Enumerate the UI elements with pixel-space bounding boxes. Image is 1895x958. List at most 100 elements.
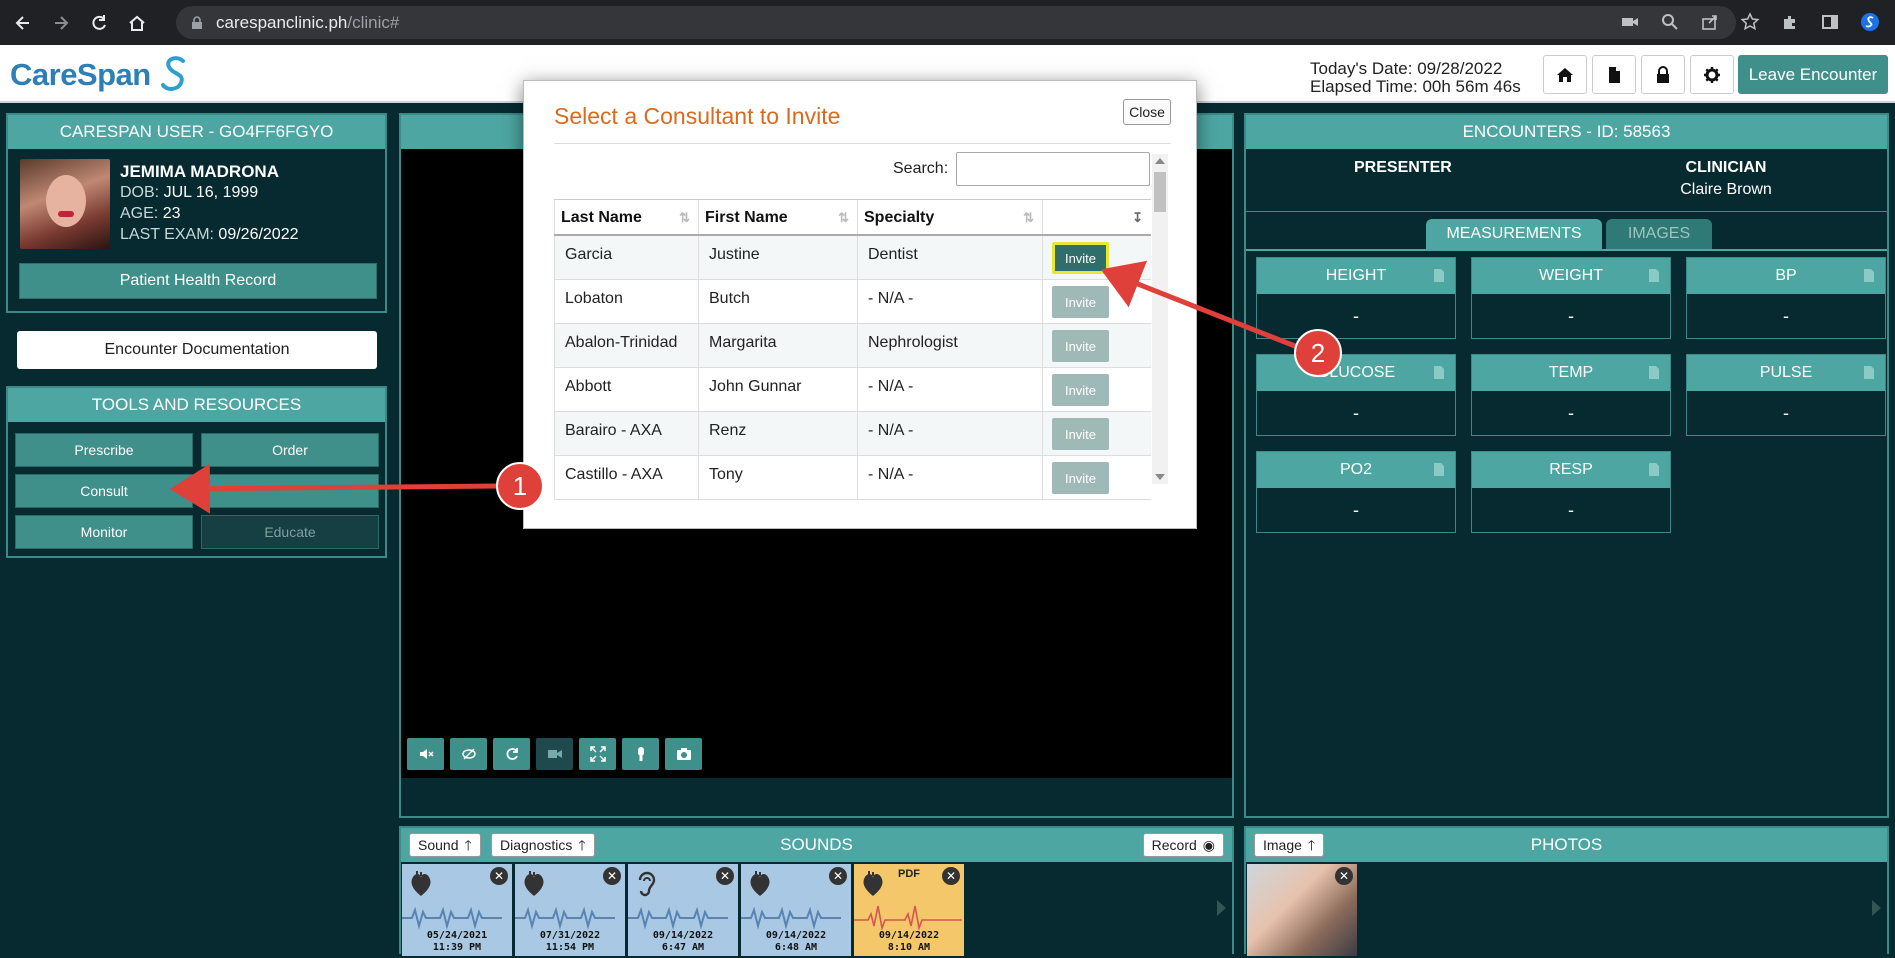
forward-icon[interactable] <box>46 8 76 38</box>
tab-measurements[interactable]: MEASUREMENTS <box>1426 219 1602 249</box>
column-header-first-name[interactable]: First Name ⇅ <box>698 200 857 234</box>
patient-health-record-button[interactable]: Patient Health Record <box>19 263 377 299</box>
invite-button[interactable]: Invite <box>1052 242 1109 274</box>
snapshot-button[interactable] <box>665 738 702 770</box>
sounds-title: SOUNDS Sound 🡑 Diagnostics 🡑 Record ◉ <box>401 828 1232 862</box>
record-button[interactable]: Record ◉ <box>1142 833 1224 857</box>
fullscreen-button[interactable] <box>579 738 616 770</box>
measurement-weight[interactable]: WEIGHT - <box>1471 257 1671 339</box>
light-button[interactable] <box>622 738 659 770</box>
measurement-label: HEIGHT <box>1325 267 1387 284</box>
back-icon[interactable] <box>8 8 38 38</box>
mute-button[interactable] <box>407 738 444 770</box>
measurement-value: - <box>1353 500 1359 520</box>
pdf-thumbnail[interactable]: PDF ✕ 09/14/2022 8:10 AM <box>854 864 964 956</box>
camera-icon[interactable] <box>1617 9 1643 35</box>
clinician-label: CLINICIAN <box>1685 159 1767 176</box>
leave-encounter-button[interactable]: Leave Encounter <box>1738 55 1888 94</box>
carespan-logo[interactable]: CareSpan <box>10 53 191 97</box>
diagnostics-upload-button[interactable]: Diagnostics 🡑 <box>491 833 595 857</box>
measurement-temp[interactable]: TEMP - <box>1471 354 1671 436</box>
invite-button[interactable]: Invite <box>1052 330 1109 362</box>
invite-button[interactable]: Invite <box>1052 374 1109 406</box>
delete-icon[interactable]: ✕ <box>942 867 960 885</box>
scroll-up-icon[interactable] <box>1155 158 1165 164</box>
sound-thumbnail[interactable]: ✕ 09/14/2022 6:48 AM <box>741 864 851 956</box>
measurement-po2[interactable]: PO2 - <box>1256 451 1456 533</box>
lock-icon <box>192 15 202 29</box>
measurement-resp[interactable]: RESP - <box>1471 451 1671 533</box>
reload-icon[interactable] <box>84 8 114 38</box>
cell-first-name: Margarita <box>698 324 857 367</box>
cell-specialty: - N/A - <box>857 280 1042 323</box>
educate-button[interactable]: Educate <box>201 515 379 549</box>
encounter-documentation-button[interactable]: Encounter Documentation <box>17 331 377 369</box>
measurement-pulse[interactable]: PULSE - <box>1686 354 1886 436</box>
sound-thumbnail[interactable]: ✕ 09/14/2022 6:47 AM <box>628 864 738 956</box>
scroll-right-icon[interactable] <box>1217 900 1226 916</box>
column-header-last-name[interactable]: Last Name ⇅ <box>554 200 698 234</box>
photos-title-text: PHOTOS <box>1530 835 1603 854</box>
search-input[interactable] <box>956 152 1150 186</box>
address-bar[interactable]: carespanclinic.ph/clinic# <box>176 6 1736 39</box>
scroll-thumb[interactable] <box>1154 172 1166 212</box>
monitor-button[interactable]: Monitor <box>15 515 193 549</box>
video-toolbar <box>407 738 702 770</box>
image-upload-button[interactable]: Image 🡑 <box>1254 833 1325 857</box>
sound-thumbnail[interactable]: ✕ 07/31/2022 11:54 PM <box>515 864 625 956</box>
measurement-label: TEMP <box>1548 364 1594 381</box>
delete-icon[interactable]: ✕ <box>716 867 734 885</box>
sound-upload-button[interactable]: Sound 🡑 <box>409 833 481 857</box>
column-header-action[interactable]: ↧ <box>1042 200 1151 234</box>
scroll-down-icon[interactable] <box>1155 474 1165 480</box>
scroll-right-icon[interactable] <box>1872 900 1881 916</box>
home-icon[interactable] <box>122 8 152 38</box>
encounters-panel-title: ENCOUNTERS - ID: 58563 <box>1246 115 1887 149</box>
delete-icon[interactable]: ✕ <box>829 867 847 885</box>
invite-button[interactable]: Invite <box>1052 286 1109 318</box>
tools-panel: TOOLS AND RESOURCES Prescribe Order Cons… <box>6 386 387 558</box>
profile-icon[interactable] <box>1857 9 1883 35</box>
document-button[interactable] <box>1592 55 1636 94</box>
share-icon[interactable] <box>1697 9 1723 35</box>
upload-arrow-icon: 🡑 <box>1307 837 1316 853</box>
hidden-tool-button[interactable] <box>201 474 379 508</box>
column-header-specialty[interactable]: Specialty ⇅ <box>857 200 1042 234</box>
star-icon[interactable] <box>1737 9 1763 35</box>
delete-icon[interactable]: ✕ <box>490 867 508 885</box>
extensions-icon[interactable] <box>1777 9 1803 35</box>
dob-value: JUL 16, 1999 <box>163 184 259 201</box>
invite-button[interactable]: Invite <box>1052 462 1109 494</box>
photo-thumbnail[interactable]: ✕ <box>1247 864 1357 956</box>
sound-thumbnail[interactable]: ✕ 05/24/2021 11:39 PM <box>402 864 512 956</box>
record-icon: ◉ <box>1202 837 1215 853</box>
tab-images[interactable]: IMAGES <box>1606 219 1712 249</box>
consult-button[interactable]: Consult <box>15 474 193 508</box>
table-scrollbar[interactable] <box>1152 154 1168 484</box>
delete-icon[interactable]: ✕ <box>1335 867 1353 885</box>
invite-button[interactable]: Invite <box>1052 418 1109 450</box>
home-icon <box>1557 67 1573 82</box>
settings-button[interactable] <box>1690 55 1734 94</box>
url-path: /clinic# <box>347 12 400 32</box>
table-row: Lobaton Butch - N/A - Invite <box>554 280 1151 324</box>
home-button[interactable] <box>1543 55 1587 94</box>
delete-icon[interactable]: ✕ <box>603 867 621 885</box>
cell-first-name: Justine <box>698 236 857 279</box>
sidepanel-icon[interactable] <box>1817 9 1843 35</box>
measurement-glucose[interactable]: GLUCOSE - <box>1256 354 1456 436</box>
hide-video-button[interactable] <box>450 738 487 770</box>
zoom-icon[interactable] <box>1657 9 1683 35</box>
close-button[interactable]: Close <box>1123 99 1171 125</box>
prescribe-button[interactable]: Prescribe <box>15 433 193 467</box>
document-icon <box>1649 269 1659 282</box>
camera-button[interactable] <box>536 738 573 770</box>
brand-name: CareSpan <box>10 57 151 92</box>
measurement-height[interactable]: HEIGHT - <box>1256 257 1456 339</box>
sort-icon: ↧ <box>1132 210 1143 225</box>
lock-button[interactable] <box>1641 55 1685 94</box>
order-button[interactable]: Order <box>201 433 379 467</box>
measurement-bp[interactable]: BP - <box>1686 257 1886 339</box>
last-exam-label: LAST EXAM: <box>120 226 214 243</box>
switch-camera-button[interactable] <box>493 738 530 770</box>
